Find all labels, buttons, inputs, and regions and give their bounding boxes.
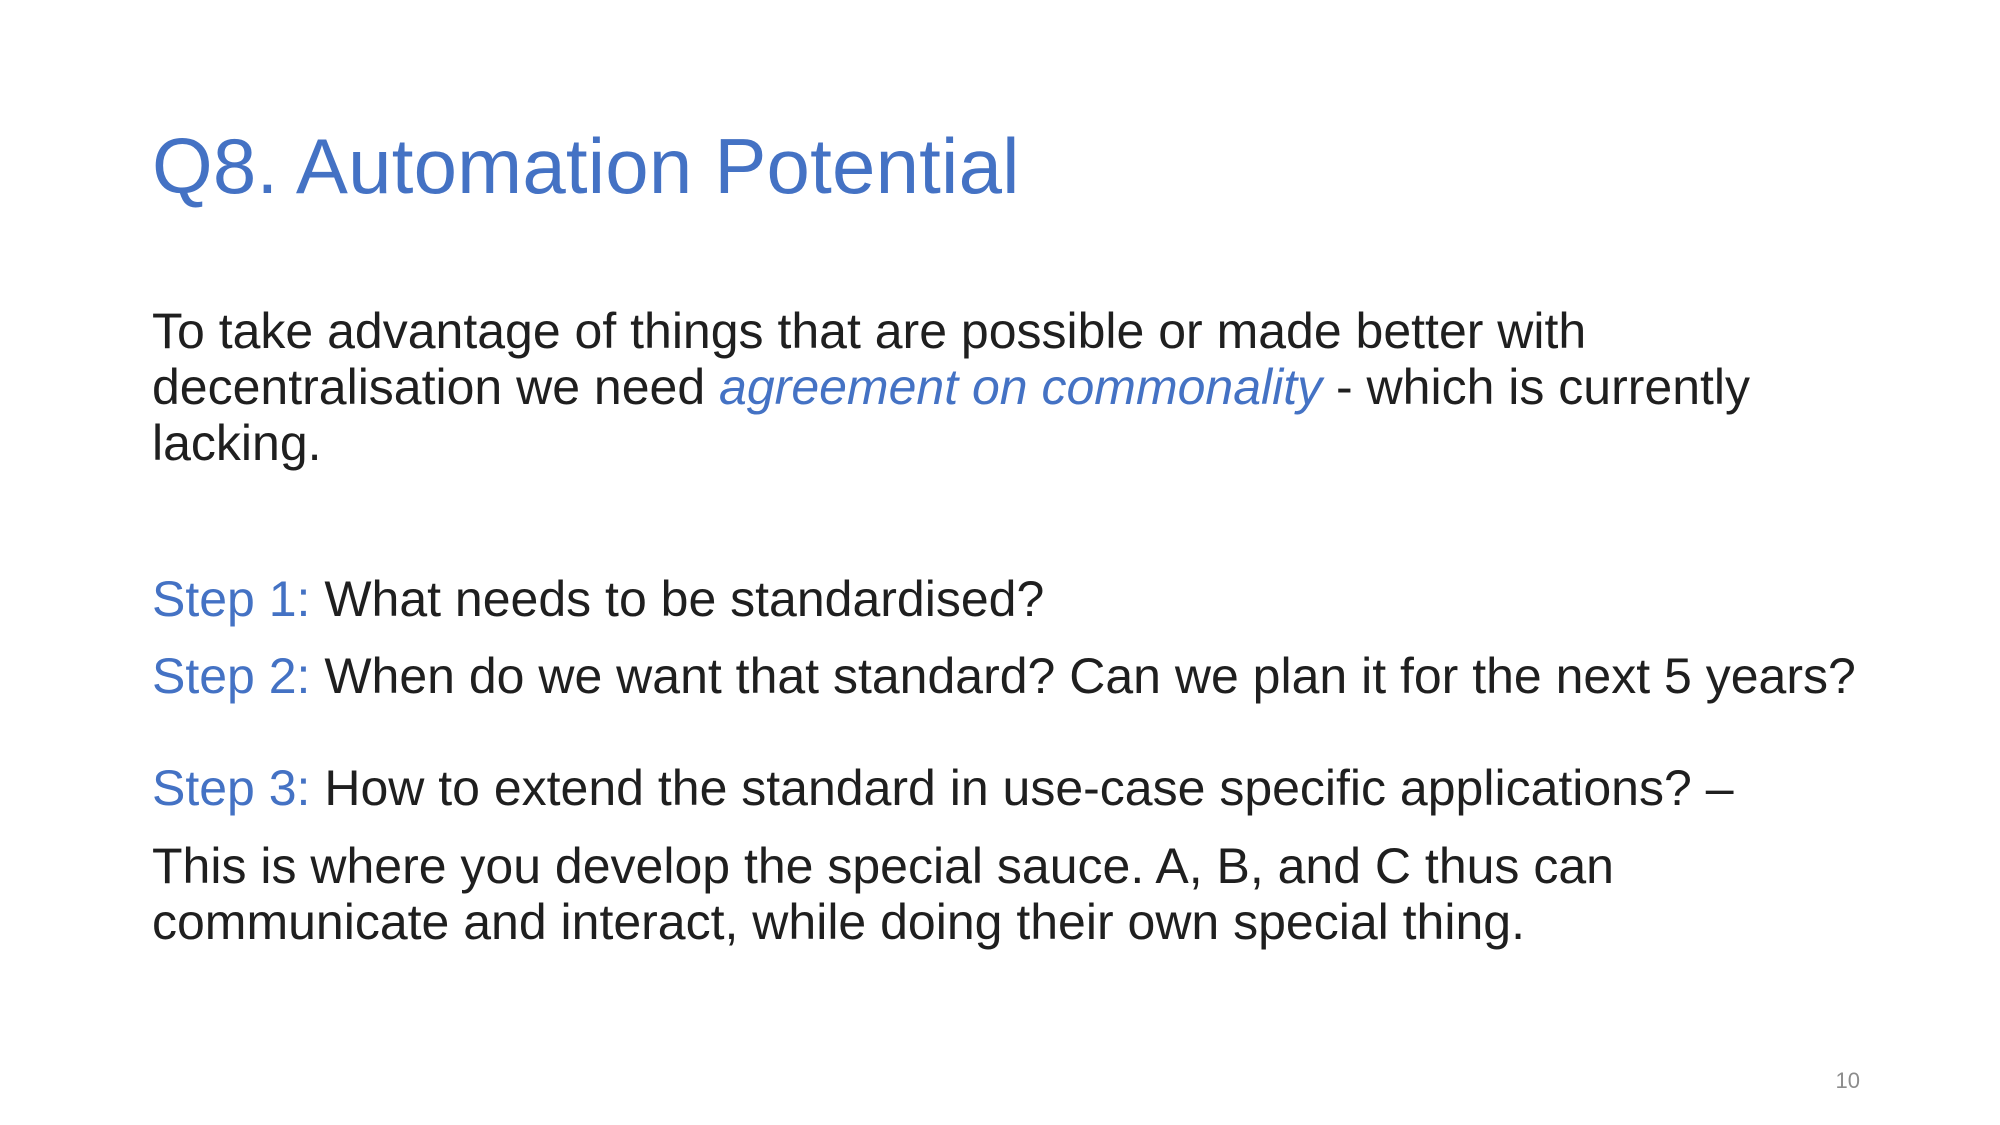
step-1-paragraph: Step 1: What needs to be standardised? bbox=[152, 571, 1872, 627]
step-3-label: Step 3: bbox=[152, 760, 311, 816]
slide-number: 10 bbox=[1835, 1068, 1860, 1093]
intro-highlight: agreement on commonality bbox=[719, 359, 1323, 415]
intro-paragraph: To take advantage of things that are pos… bbox=[152, 303, 1872, 471]
step-3-text: How to extend the standard in use-case s… bbox=[310, 760, 1734, 816]
slide-title: Q8. Automation Potential bbox=[152, 122, 1020, 210]
step-3-paragraph: Step 3: How to extend the standard in us… bbox=[152, 760, 1872, 816]
step-2-label: Step 2: bbox=[152, 648, 311, 704]
step-2-text: When do we want that standard? Can we pl… bbox=[310, 648, 1856, 704]
step-1-text: What needs to be standardised? bbox=[310, 571, 1045, 627]
step-1-label: Step 1: bbox=[152, 571, 311, 627]
step-2-paragraph: Step 2: When do we want that standard? C… bbox=[152, 648, 1872, 704]
closing-paragraph: This is where you develop the special sa… bbox=[152, 838, 1614, 950]
slide: Q8. Automation Potential To take advanta… bbox=[0, 0, 2000, 1125]
